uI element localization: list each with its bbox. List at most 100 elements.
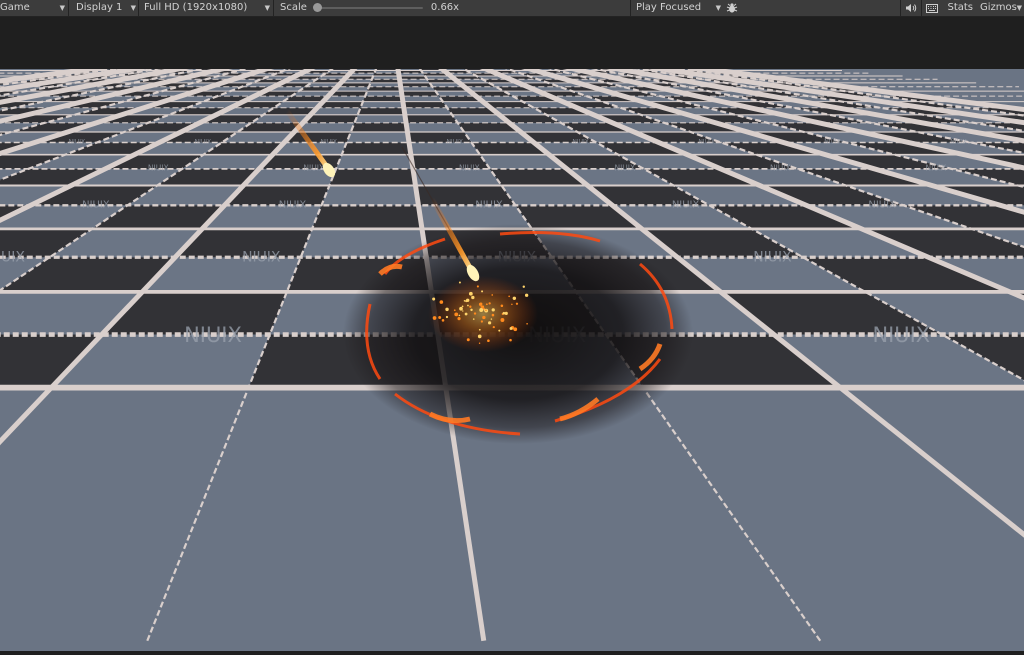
spark-particle <box>462 310 464 312</box>
floor-tile <box>409 142 480 155</box>
scale-slider-track[interactable] <box>316 7 423 9</box>
spark-particle <box>478 328 481 331</box>
spark-particle <box>463 300 466 302</box>
scene-render: NIUIX NIUIX NIUIX NIUIX NIUIX NIUIX NIUIX NIUIX… <box>0 69 1024 642</box>
resolution-dropdown[interactable]: Full HD (1920x1080) ▼ <box>139 0 273 16</box>
floor-watermark-label: NIUIX <box>82 200 110 211</box>
keyboard-icon <box>926 3 939 13</box>
spark-particle <box>459 306 463 311</box>
floor-tile <box>400 82 433 87</box>
floor-tile <box>362 96 403 102</box>
spark-particle <box>472 318 475 320</box>
floor-tile <box>360 101 404 108</box>
floor-tile <box>403 107 453 115</box>
floor-watermark-label: NIUIX <box>184 323 242 347</box>
spark-particle <box>482 315 486 320</box>
floor-tile <box>368 82 401 87</box>
scale-slider[interactable] <box>312 0 423 16</box>
spark-particle <box>432 297 436 301</box>
chevron-down-icon: ▼ <box>264 4 270 12</box>
spark-particle <box>487 339 490 343</box>
spark-particle <box>478 342 481 344</box>
floor-watermark-label: NIUIX <box>459 163 480 172</box>
floor-tile <box>402 96 443 102</box>
floor-tile <box>312 205 422 229</box>
spark-particle <box>488 302 491 305</box>
letterbox-area <box>0 17 1024 69</box>
spark-particle <box>485 309 487 311</box>
floor-watermark-label: NIUIX <box>753 249 792 265</box>
chevron-down-icon: ▼ <box>59 4 65 12</box>
stats-button[interactable]: Stats <box>942 0 978 16</box>
game-view-toolbar: Game ▼ Display 1 ▼ Full HD (1920x1080) ▼… <box>0 0 1024 17</box>
spark-particle <box>477 334 482 339</box>
floor-watermark-label: NIUIX <box>321 138 338 145</box>
speaker-icon <box>906 4 917 12</box>
floor-tile <box>367 86 402 92</box>
spark-particle <box>432 316 437 320</box>
bug-report-button[interactable] <box>724 0 740 16</box>
chevron-down-icon: ▼ <box>715 4 721 12</box>
floor-watermark-label: NIUIX <box>868 200 896 211</box>
spark-particle <box>476 285 479 288</box>
floor-watermark-label: NIUIX <box>475 200 503 211</box>
floor-tile <box>365 91 403 97</box>
scale-label: Scale <box>280 2 307 13</box>
floor-tile <box>346 131 410 143</box>
spark-particle <box>466 338 470 342</box>
spark-particle <box>473 312 477 315</box>
spark-glow <box>428 276 538 352</box>
floor-tile <box>350 122 408 132</box>
scale-control: Scale 0.66x <box>274 0 630 16</box>
play-mode-label: Play Focused <box>636 2 702 13</box>
floor-tile <box>400 86 436 92</box>
floor-watermark-label: NIUIX <box>148 163 169 172</box>
spark-particle <box>457 317 461 321</box>
floor-tile <box>354 114 407 123</box>
view-dropdown-label: Game <box>0 2 30 13</box>
spark-particle <box>441 319 445 322</box>
chevron-down-icon: ▼ <box>1016 4 1022 12</box>
floor-watermark-label: NIUIX <box>925 163 946 172</box>
spark-particle <box>466 298 470 302</box>
view-dropdown[interactable]: Game ▼ <box>0 0 68 16</box>
scale-slider-thumb[interactable] <box>312 3 322 12</box>
floor-watermark-label: NIUIX <box>824 138 841 145</box>
floor-tile <box>341 142 411 155</box>
spark-particle <box>438 316 442 319</box>
spark-particle <box>491 313 495 317</box>
spark-particle <box>492 325 495 329</box>
game-viewport[interactable]: NIUIX NIUIX NIUIX NIUIX NIUIX NIUIX NIUIX NIUIX… <box>0 69 1024 651</box>
mute-audio-button[interactable] <box>901 0 921 16</box>
play-mode-dropdown[interactable]: Play Focused ▼ <box>631 0 724 16</box>
spark-particle <box>488 321 492 325</box>
gizmos-dropdown[interactable]: Gizmos ▼ <box>978 0 1024 16</box>
spark-particle <box>526 322 528 325</box>
floor-tile <box>321 185 419 206</box>
spark-particle <box>471 295 475 300</box>
floor-watermark-label: NIUIX <box>242 249 281 265</box>
display-dropdown[interactable]: Display 1 ▼ <box>69 0 138 16</box>
spark-particle <box>485 303 488 306</box>
shortcuts-button[interactable] <box>922 0 942 16</box>
spark-particle <box>491 294 494 296</box>
spark-particle <box>454 312 459 317</box>
spark-particle <box>502 311 506 315</box>
spark-particle <box>511 303 513 306</box>
floor-tile <box>406 122 465 132</box>
floor-tile <box>404 114 458 123</box>
scale-value: 0.66x <box>430 2 460 13</box>
floor-tile <box>329 168 416 186</box>
floor-watermark-label: NIUIX <box>614 163 635 172</box>
stats-label: Stats <box>947 2 973 13</box>
spark-particle <box>491 308 495 312</box>
floor-watermark-label: NIUIX <box>446 138 463 145</box>
impact-crater-effect <box>343 224 693 444</box>
spark-particle <box>512 296 517 301</box>
spark-particle <box>479 308 484 312</box>
spark-particle <box>439 300 444 304</box>
floor-watermark-label: NIUIX <box>195 138 212 145</box>
gizmos-label: Gizmos <box>980 2 1017 13</box>
spark-particle <box>445 307 449 312</box>
resolution-dropdown-label: Full HD (1920x1080) <box>144 2 248 13</box>
